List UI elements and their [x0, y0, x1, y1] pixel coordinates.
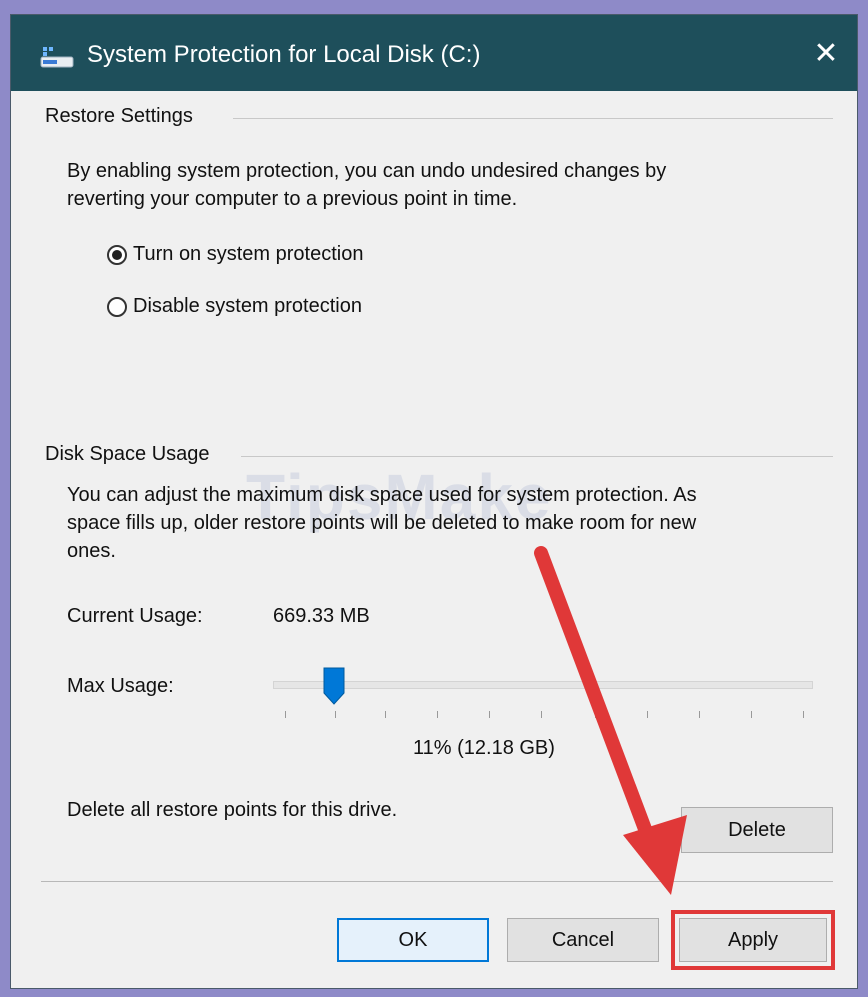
current-usage-label: Current Usage:: [67, 605, 203, 627]
system-protection-dialog: System Protection for Local Disk (C:) ✕ …: [10, 14, 858, 989]
disk-description-line-1: You can adjust the maximum disk space us…: [67, 484, 697, 506]
window-title: System Protection for Local Disk (C:): [87, 41, 481, 68]
restore-settings-divider: [233, 118, 833, 119]
max-usage-value: 11% (12.18 GB): [413, 737, 555, 759]
title-bar[interactable]: System Protection for Local Disk (C:) ✕: [11, 15, 857, 91]
disk-space-divider: [241, 456, 833, 457]
radio-label: Disable system protection: [133, 295, 362, 317]
drive-settings-icon: [40, 47, 74, 68]
delete-restore-points-text: Delete all restore points for this drive…: [67, 799, 398, 821]
radio-label: Turn on system protection: [133, 243, 364, 265]
slider-tick: [385, 711, 386, 718]
slider-tick: [489, 711, 490, 718]
close-icon: ✕: [813, 36, 839, 70]
delete-button[interactable]: Delete: [681, 807, 833, 853]
slider-tick: [437, 711, 438, 718]
slider-tick: [335, 711, 336, 718]
restore-description-line-2: reverting your computer to a previous po…: [67, 188, 518, 210]
ok-button[interactable]: OK: [337, 918, 489, 962]
disk-description-line-2: space fills up, older restore points wil…: [67, 512, 697, 534]
radio-button-selected[interactable]: [107, 244, 127, 265]
cancel-button[interactable]: Cancel: [507, 918, 659, 962]
slider-tick: [699, 711, 700, 718]
disk-space-usage-label: Disk Space Usage: [45, 443, 210, 465]
restore-description-line-1: By enabling system protection, you can u…: [67, 160, 667, 182]
footer-divider: [41, 881, 833, 882]
restore-settings-label: Restore Settings: [45, 105, 193, 127]
max-usage-slider-thumb[interactable]: [323, 667, 345, 705]
current-usage-value: 669.33 MB: [273, 605, 370, 627]
slider-tick: [647, 711, 648, 718]
max-usage-slider-track[interactable]: [273, 681, 813, 689]
radio-disable-protection[interactable]: Disable system protection: [107, 295, 362, 318]
slider-tick: [751, 711, 752, 718]
radio-button[interactable]: [107, 296, 127, 317]
max-usage-label: Max Usage:: [67, 675, 174, 697]
radio-turn-on-protection[interactable]: Turn on system protection: [107, 243, 363, 266]
slider-tick: [285, 711, 286, 718]
apply-button[interactable]: Apply: [679, 918, 827, 962]
slider-tick: [803, 711, 804, 718]
slider-tick: [595, 711, 596, 718]
close-button[interactable]: ✕: [795, 15, 857, 91]
disk-description-line-3: ones.: [67, 540, 116, 562]
slider-tick: [541, 711, 542, 718]
